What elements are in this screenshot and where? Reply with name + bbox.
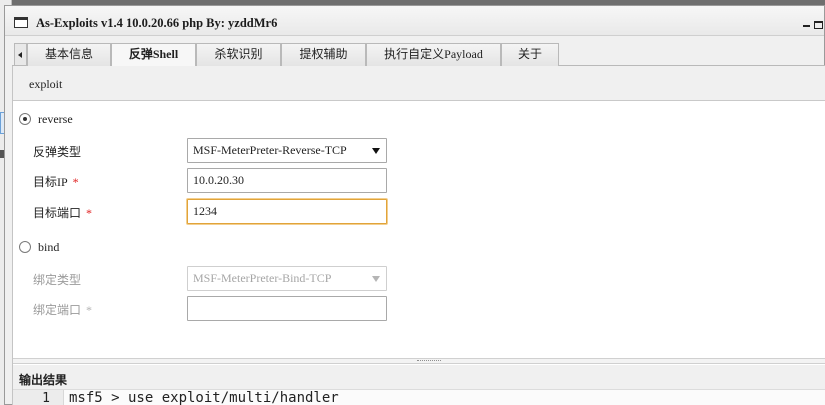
subtab-bar: exploit (13, 66, 825, 101)
tab-basic-info[interactable]: 基本信息 (27, 43, 111, 66)
required-mark: * (86, 206, 93, 220)
tab-antivirus-detect[interactable]: 杀软识别 (196, 43, 281, 66)
dropdown-arrow-icon (372, 276, 380, 282)
reverse-radio-label[interactable]: reverse (38, 112, 73, 127)
bind-radio[interactable] (19, 241, 31, 253)
bind-port-label: 绑定端口 * (33, 301, 92, 318)
output-console[interactable]: 1 msf5 > use exploit/multi/handler (13, 389, 825, 405)
window-icon (14, 17, 28, 28)
window-title: As-Exploits v1.4 10.0.20.66 php By: yzdd… (36, 16, 278, 30)
tab-about[interactable]: 关于 (501, 43, 559, 66)
target-port-label: 目标端口 * (33, 204, 92, 221)
output-header: 输出结果 (13, 365, 825, 389)
tab-custom-payload[interactable]: 执行自定义Payload (366, 43, 501, 66)
minimize-icon[interactable] (803, 25, 810, 27)
bind-type-label: 绑定类型 (33, 273, 82, 287)
console-line: msf5 > use exploit/multi/handler (69, 390, 339, 405)
target-ip-label-text: 目标IP (33, 175, 68, 189)
required-mark: * (72, 175, 79, 189)
main-tab-strip: 基本信息 反弹Shell 杀软识别 提权辅助 执行自定义Payload 关于 (12, 41, 825, 67)
target-port-input[interactable]: 1234 (187, 199, 387, 224)
splitter-grip-icon[interactable] (417, 360, 441, 362)
bind-radio-label[interactable]: bind (38, 240, 59, 255)
dropdown-arrow-icon (372, 148, 380, 154)
app-window: As-Exploits v1.4 10.0.20.66 php By: yzdd… (4, 5, 825, 405)
maximize-icon[interactable] (814, 21, 823, 29)
bind-port-input[interactable] (187, 296, 387, 321)
pane-splitter[interactable] (13, 358, 825, 364)
tab-privilege-escalation[interactable]: 提权辅助 (281, 43, 366, 66)
output-title: 输出结果 (19, 373, 68, 387)
required-mark: * (86, 303, 93, 317)
target-ip-label: 目标IP * (33, 173, 79, 190)
bind-type-select[interactable]: MSF-MeterPreter-Bind-TCP (187, 266, 387, 291)
reverse-shell-panel: exploit reverse 反弹类型 MSF-MeterPreter-Rev… (12, 66, 825, 405)
target-port-label-text: 目标端口 (33, 206, 82, 220)
tab-exploit[interactable]: exploit (29, 77, 62, 92)
reverse-type-label: 反弹类型 (33, 145, 82, 159)
bind-type-value: MSF-MeterPreter-Bind-TCP (193, 271, 332, 285)
bind-port-label-text: 绑定端口 (33, 303, 82, 317)
reverse-radio[interactable] (19, 113, 31, 125)
title-bar[interactable]: As-Exploits v1.4 10.0.20.66 php By: yzdd… (5, 6, 824, 36)
reverse-type-value: MSF-MeterPreter-Reverse-TCP (193, 143, 347, 157)
tab-reverse-shell[interactable]: 反弹Shell (111, 43, 196, 67)
reverse-type-select[interactable]: MSF-MeterPreter-Reverse-TCP (187, 138, 387, 163)
line-number: 1 (13, 390, 64, 405)
target-ip-input[interactable]: 10.0.20.30 (187, 168, 387, 193)
tab-scroll-left-icon[interactable] (14, 43, 27, 65)
